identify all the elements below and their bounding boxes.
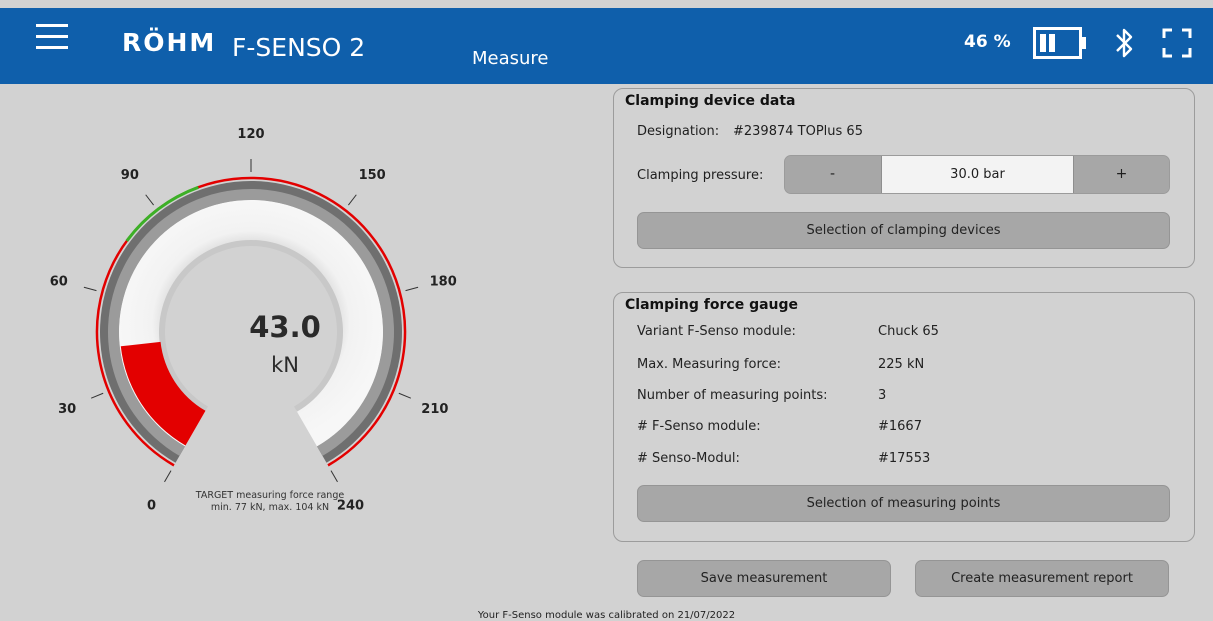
max-force-value: 225 kN <box>878 357 925 372</box>
max-force-label: Max. Measuring force: <box>637 357 782 372</box>
target-range-values: min. 77 kN, max. 104 kN <box>210 501 330 513</box>
fullscreen-icon[interactable] <box>1162 28 1192 58</box>
battery-percentage: 46 % <box>964 32 1011 52</box>
bluetooth-icon[interactable] <box>1114 25 1134 61</box>
gauge-tick-label: 210 <box>421 402 448 417</box>
variant-label: Variant F-Senso module: <box>637 324 796 339</box>
target-range-text: TARGET measuring force range min. 77 kN,… <box>170 490 370 514</box>
gauge-tick-label: 30 <box>58 402 76 417</box>
menu-icon[interactable] <box>36 24 68 54</box>
save-measurement-button[interactable]: Save measurement <box>637 560 891 597</box>
clamping-pressure-stepper: - 30.0 bar + <box>784 155 1170 194</box>
fsenso-module-label: # F-Senso module: <box>637 419 761 434</box>
gauge-tick-label: 0 <box>147 498 156 513</box>
gauge-tick-label: 150 <box>359 168 386 183</box>
measuring-points-label: Number of measuring points: <box>637 388 828 403</box>
measuring-points-value: 3 <box>878 388 887 403</box>
senso-modul-label: # Senso-Modul: <box>637 451 740 466</box>
gauge-tick <box>405 286 419 292</box>
clamping-force-gauge-panel: Clamping force gauge Variant F-Senso mod… <box>613 292 1195 542</box>
gauge-tick-label: 90 <box>121 168 139 183</box>
gauge-tick-label: 60 <box>50 274 68 289</box>
increase-pressure-button[interactable]: + <box>1074 156 1169 193</box>
top-bar: RÖHM F-SENSO 2 Measure 46 % <box>0 8 1213 84</box>
gauge-tick-label: 180 <box>430 274 457 289</box>
designation-value: #239874 TOPlus 65 <box>733 124 863 139</box>
gauge-unit: kN <box>271 353 299 377</box>
target-range-title: TARGET measuring force range <box>195 490 345 501</box>
battery-icon <box>1033 27 1086 59</box>
gauge-tick <box>348 194 357 206</box>
gauge-tick-label: 120 <box>237 127 264 142</box>
select-measuring-points-button[interactable]: Selection of measuring points <box>637 485 1170 522</box>
gauge-value: 43.0 <box>249 310 321 344</box>
gauge-tick <box>90 392 104 399</box>
gauge-tick <box>145 194 154 206</box>
designation-label: Designation: <box>637 124 720 139</box>
panel-title: Clamping force gauge <box>625 297 799 313</box>
page-title: Measure <box>472 48 549 69</box>
force-gauge: 0 30 60 90 120 150 180 210 240 43.0 kN TARGET me… <box>20 100 520 560</box>
gauge-tick <box>398 392 412 399</box>
clamping-pressure-value[interactable]: 30.0 bar <box>881 156 1074 193</box>
fsenso-module-value: #1667 <box>878 419 922 434</box>
panel-title: Clamping device data <box>625 93 796 109</box>
gauge-tick <box>83 286 97 292</box>
gauge-tick <box>164 470 172 483</box>
select-clamping-devices-button[interactable]: Selection of clamping devices <box>637 212 1170 249</box>
decrease-pressure-button[interactable]: - <box>785 156 880 193</box>
senso-modul-value: #17553 <box>878 451 931 466</box>
create-report-button[interactable]: Create measurement report <box>915 560 1169 597</box>
clamping-pressure-label: Clamping pressure: <box>637 168 764 183</box>
gauge-tick <box>330 470 338 483</box>
variant-value: Chuck 65 <box>878 324 939 339</box>
clamping-device-panel: Clamping device data Designation: #23987… <box>613 88 1195 268</box>
brand-logo: RÖHM <box>122 28 217 57</box>
product-name: F-SENSO 2 <box>232 33 366 62</box>
